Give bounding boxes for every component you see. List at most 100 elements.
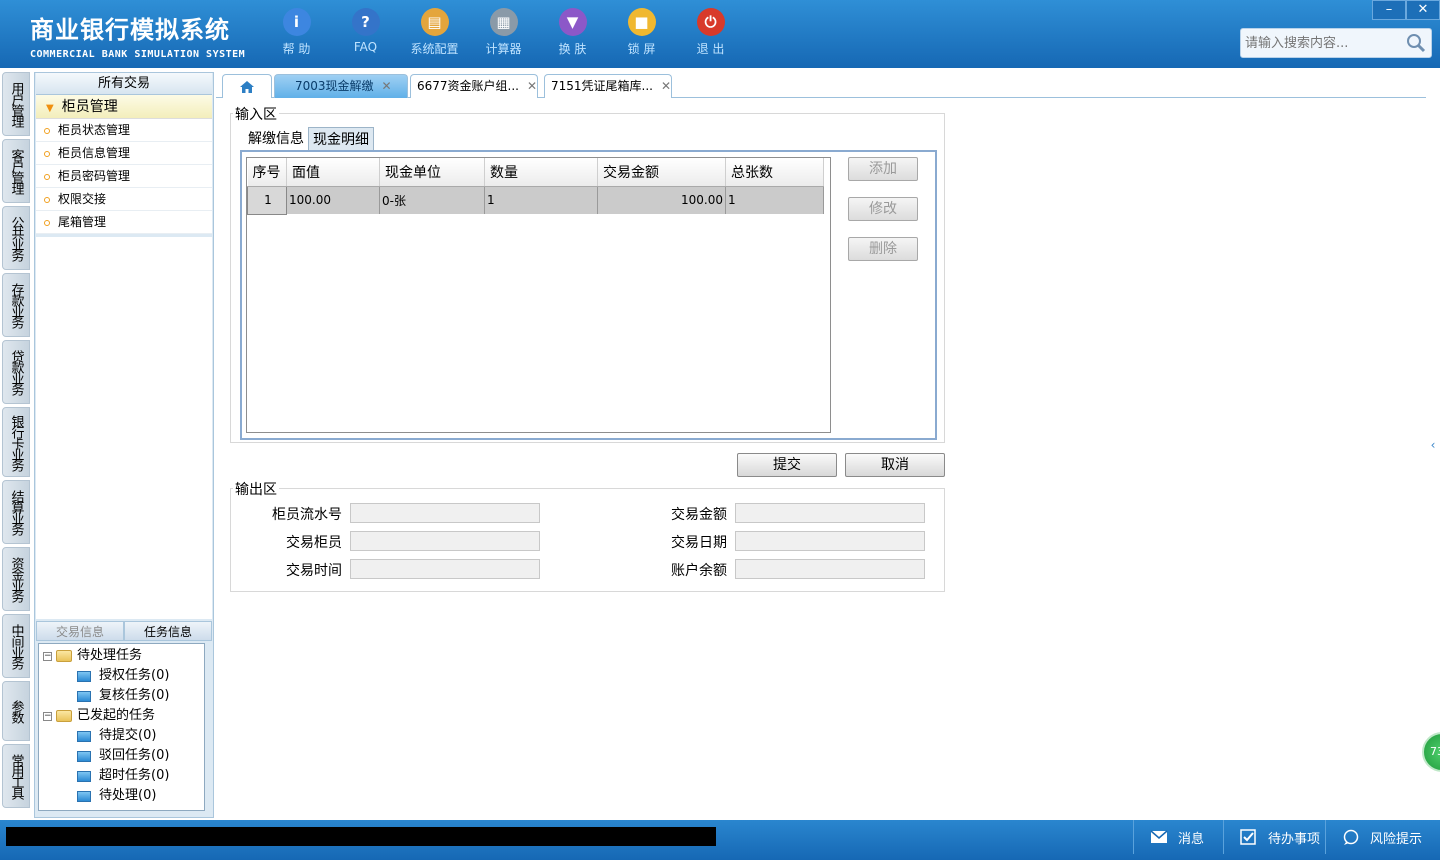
module-tab-9[interactable]: 参数 <box>2 681 30 741</box>
todo-button[interactable]: 待办事项 <box>1223 820 1325 854</box>
menu-item-0[interactable]: 柜员状态管理 <box>36 119 212 142</box>
module-tab-7[interactable]: 资金业务 <box>2 547 30 611</box>
tree-node-initiated[interactable]: − 已发起的任务 <box>39 706 204 726</box>
messages-label: 消息 <box>1178 831 1205 847</box>
module-tab-0[interactable]: 用户管理 <box>2 72 30 136</box>
tab-payment-info[interactable]: 解缴信息 <box>244 127 308 151</box>
table-row[interactable]: 1 100.00 0-张 1 100.00 1 <box>247 185 824 215</box>
col-sheets: 总张数 <box>725 158 824 187</box>
output-area-title: 输出区 <box>233 479 279 499</box>
close-tab-icon[interactable]: ✕ <box>661 79 671 93</box>
floating-assistant-badge[interactable]: 73 <box>1422 732 1440 772</box>
toolbar-button-6[interactable]: ⏻ 退 出 <box>676 8 745 57</box>
cancel-button[interactable]: 取消 <box>845 453 945 477</box>
risk-alert-button[interactable]: 风险提示 <box>1325 820 1440 854</box>
teller-serial-field[interactable] <box>350 503 540 523</box>
close-tab-icon[interactable]: ✕ <box>382 79 392 93</box>
module-tab-8[interactable]: 中间业务 <box>2 614 30 678</box>
label-trans-time: 交易时间 <box>286 563 342 579</box>
collapse-icon[interactable]: − <box>43 651 52 661</box>
toolbar-button-5[interactable]: ■ 锁 屏 <box>607 8 676 57</box>
app-subtitle: COMMERCIAL BANK SIMULATION SYSTEM <box>30 49 246 60</box>
trans-date-field[interactable] <box>735 531 925 551</box>
collapse-icon[interactable]: − <box>43 711 52 721</box>
home-icon <box>240 81 254 93</box>
bullet-icon <box>44 219 50 226</box>
tree-node-label: 待处理任务 <box>77 648 143 663</box>
menu-item-2[interactable]: 柜员密码管理 <box>36 165 212 188</box>
tab-7003[interactable]: 7003现金解缴 ✕ <box>274 74 408 98</box>
cash-detail-table: 序号 面值 现金单位 数量 交易金额 总张数 1 100.00 0-张 1 10… <box>247 158 824 215</box>
bullet-icon <box>44 127 50 134</box>
collapse-right-icon[interactable]: ‹ <box>1428 420 1438 470</box>
add-button[interactable]: 添加 <box>848 157 918 181</box>
toolbar-button-4[interactable]: ▼ 换 肤 <box>538 8 607 57</box>
input-subtabs: 解缴信息 现金明细 <box>244 127 374 151</box>
module-tab-6[interactable]: 结算业务 <box>2 480 30 544</box>
caret-down-icon: ▼ <box>46 103 54 114</box>
trans-time-field[interactable] <box>350 559 540 579</box>
task-tree: − 待处理任务 授权任务(0) 复核任务(0) − 已发起的任务 待提交(0) 驳回… <box>38 643 205 811</box>
tab-transaction-info[interactable]: 交易信息 <box>36 621 124 641</box>
app-brand: 商业银行模拟系统 COMMERCIAL BANK SIMULATION SYST… <box>30 10 245 60</box>
toolbar-button-3[interactable]: ▦ 计算器 <box>469 8 538 57</box>
module-tab-4[interactable]: 贷款业务 <box>2 340 30 404</box>
calculator-icon: ▦ <box>489 8 518 36</box>
menu-item-1[interactable]: 柜员信息管理 <box>36 142 212 165</box>
menu-group-label: 柜员管理 <box>61 99 118 115</box>
tree-item[interactable]: 复核任务(0) <box>39 686 204 706</box>
folder-icon <box>56 710 72 722</box>
tab-cash-detail[interactable]: 现金明细 <box>308 127 374 151</box>
tree-node-pending[interactable]: − 待处理任务 <box>39 646 204 666</box>
menu-item-4[interactable]: 尾箱管理 <box>36 211 212 234</box>
trans-teller-field[interactable] <box>350 531 540 551</box>
toolbar-button-2[interactable]: ▤ 系统配置 <box>400 8 469 57</box>
question-icon: ? <box>351 8 380 36</box>
tree-item[interactable]: 待处理(0) <box>39 786 204 806</box>
module-tabs: 用户管理客户管理公共业务存款业务贷款业务银行卡业务结算业务资金业务中间业务参数常… <box>0 72 32 811</box>
module-tab-1[interactable]: 客户管理 <box>2 139 30 203</box>
tree-item[interactable]: 驳回任务(0) <box>39 746 204 766</box>
close-tab-icon[interactable]: ✕ <box>527 79 537 93</box>
close-button[interactable]: ✕ <box>1406 0 1440 20</box>
tree-item[interactable]: 超时任务(0) <box>39 766 204 786</box>
tab-6677[interactable]: 6677资金账户组... ✕ <box>410 74 538 98</box>
side-bottom-tabs: 交易信息 任务信息 <box>36 621 212 641</box>
trans-amount-field[interactable] <box>735 503 925 523</box>
submit-button[interactable]: 提交 <box>737 453 837 477</box>
all-transactions-header[interactable]: 所有交易 <box>36 73 212 95</box>
col-unit: 现金单位 <box>379 158 485 187</box>
tab-label: 6677资金账户组... <box>417 79 519 93</box>
checkbox-icon <box>1240 829 1256 845</box>
app-title: 商业银行模拟系统 <box>30 16 230 44</box>
col-denomination: 面值 <box>286 158 380 187</box>
tree-item[interactable]: 授权任务(0) <box>39 666 204 686</box>
toolbar-label: FAQ <box>353 40 378 54</box>
bullet-icon <box>44 173 50 180</box>
task-icon <box>77 690 91 702</box>
delete-button[interactable]: 删除 <box>848 237 918 261</box>
module-tab-3[interactable]: 存款业务 <box>2 273 30 337</box>
task-icon <box>77 670 91 682</box>
menu-item-3[interactable]: 权限交接 <box>36 188 212 211</box>
module-tab-2[interactable]: 公共业务 <box>2 206 30 270</box>
toolbar-button-1[interactable]: ? FAQ <box>331 8 400 57</box>
tree-item-label: 授权任务(0) <box>99 668 170 683</box>
module-tab-5[interactable]: 银行卡业务 <box>2 407 30 477</box>
toolbar-button-0[interactable]: i 帮 助 <box>262 8 331 57</box>
messages-button[interactable]: 消息 <box>1133 820 1223 854</box>
tree-item-label: 待处理(0) <box>99 788 157 803</box>
search-input[interactable] <box>1241 29 1401 57</box>
tab-label: 7151凭证尾箱库... <box>551 79 653 93</box>
tree-item[interactable]: 待提交(0) <box>39 726 204 746</box>
minimize-button[interactable]: – <box>1372 0 1406 20</box>
menu-group-teller[interactable]: ▼ 柜员管理 <box>36 95 212 119</box>
account-balance-field[interactable] <box>735 559 925 579</box>
module-tab-10[interactable]: 常用工具 <box>2 744 30 808</box>
tab-home[interactable] <box>222 74 272 98</box>
tab-7151[interactable]: 7151凭证尾箱库... ✕ <box>544 74 672 98</box>
tab-task-info[interactable]: 任务信息 <box>124 621 212 641</box>
modify-button[interactable]: 修改 <box>848 197 918 221</box>
search-icon[interactable] <box>1405 32 1427 54</box>
toolbar-label: 计算器 <box>485 42 522 56</box>
